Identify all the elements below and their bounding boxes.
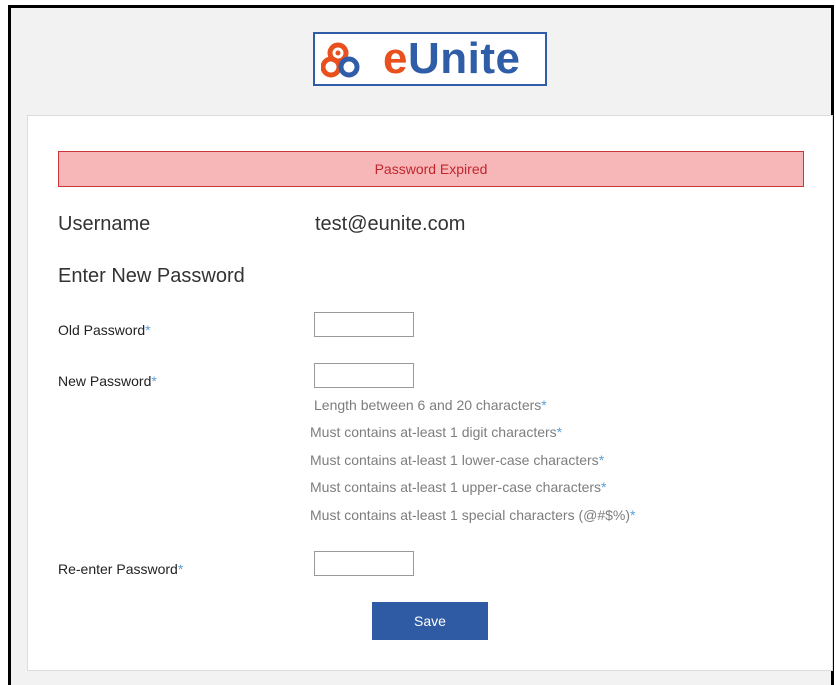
required-mark: * <box>541 397 547 413</box>
username-label: Username <box>58 213 151 235</box>
reenter-password-label-text: Re-enter Password <box>58 561 178 577</box>
password-rule-digit: Must contains at-least 1 digit character… <box>310 424 562 440</box>
save-button[interactable]: Save <box>372 602 488 640</box>
section-title: Enter New Password <box>58 265 245 287</box>
logo-text: eUnite <box>383 37 520 81</box>
reenter-password-label: Re-enter Password* <box>58 561 183 577</box>
required-mark: * <box>177 561 184 577</box>
required-mark: * <box>601 479 607 495</box>
required-mark: * <box>630 507 636 523</box>
required-mark: * <box>598 452 605 468</box>
rule-text: Must contains at-least 1 special charact… <box>310 507 631 523</box>
rule-text: Must contains at-least 1 lower-case char… <box>310 452 599 468</box>
logo-text-rest: Unite <box>407 34 521 83</box>
old-password-label: Old Password* <box>58 322 151 338</box>
new-password-label: New Password* <box>58 373 157 389</box>
rule-text: Must contains at-least 1 upper-case char… <box>310 479 602 495</box>
eunite-logo-icon <box>321 42 360 78</box>
old-password-label-text: Old Password <box>58 322 146 338</box>
eunite-logo: eUnite <box>313 32 547 86</box>
password-panel: Password Expired Username test@eunite.co… <box>27 115 833 671</box>
old-password-input[interactable] <box>314 312 414 337</box>
password-rule-uppercase: Must contains at-least 1 upper-case char… <box>310 479 606 495</box>
login-window-frame: eUnite Password Expired Username test@eu… <box>8 5 834 685</box>
reenter-password-input[interactable] <box>314 551 414 576</box>
username-value: test@eunite.com <box>315 213 466 235</box>
rule-text: Must contains at-least 1 digit character… <box>310 424 557 440</box>
password-rule-lowercase: Must contains at-least 1 lower-case char… <box>310 452 604 468</box>
password-rule-special: Must contains at-least 1 special charact… <box>310 507 635 523</box>
new-password-label-text: New Password <box>58 373 152 389</box>
required-mark: * <box>145 322 151 338</box>
logo-text-e: e <box>383 34 408 83</box>
rule-text: Length between 6 and 20 characters <box>314 397 542 413</box>
password-rule-length: Length between 6 and 20 characters* <box>314 397 547 413</box>
required-mark: * <box>151 373 157 389</box>
new-password-input[interactable] <box>314 363 414 388</box>
required-mark: * <box>556 424 563 440</box>
password-expired-alert: Password Expired <box>58 151 804 187</box>
